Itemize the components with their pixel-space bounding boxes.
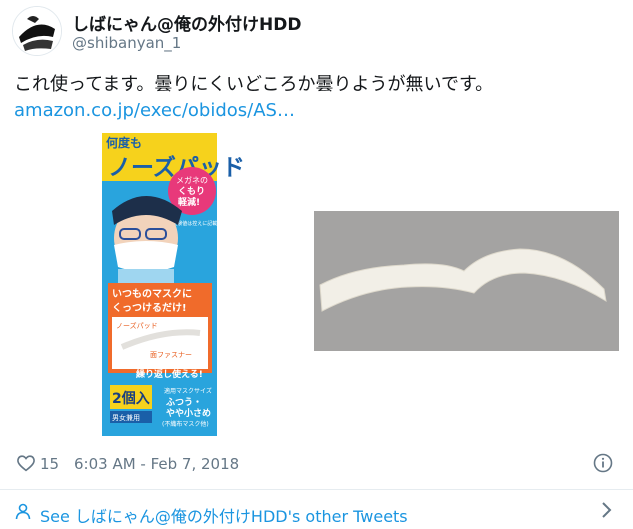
- tweet-footer: 15 6:03 AM - Feb 7, 2018: [14, 451, 619, 477]
- user-handle[interactable]: @shibanyan_1: [72, 34, 181, 52]
- package-copy-line2: くっつけるだけ!: [112, 302, 187, 314]
- media-image-package[interactable]: 何度も ノーズパッド メガネの くもり 軽減! ※実験値は控えに記載 いつものマ…: [14, 133, 312, 436]
- tweet-timestamp[interactable]: 6:03 AM - Feb 7, 2018: [74, 455, 239, 473]
- avatar[interactable]: [12, 6, 62, 56]
- package-label-pad: ノーズパッド: [116, 321, 158, 330]
- badge-line3: 軽減!: [178, 196, 200, 208]
- package-size-2: やや小さめ: [166, 407, 211, 419]
- package-size-note: (不織布マスク他): [162, 420, 209, 428]
- see-other-tweets-label[interactable]: See しばにゃん@俺の外付けHDD's other Tweets: [40, 503, 408, 527]
- like-count[interactable]: 15: [40, 455, 59, 473]
- pad-photo: [314, 211, 619, 351]
- info-icon[interactable]: [593, 453, 613, 477]
- display-name[interactable]: しばにゃん@俺の外付けHDD: [72, 10, 301, 35]
- media-image-pad[interactable]: [314, 133, 619, 436]
- package-label-fastener: 面ファスナー: [150, 351, 192, 359]
- package-prefix: 何度も: [106, 135, 142, 150]
- badge-line2: くもり: [178, 186, 205, 197]
- package-reuse: 繰り返し使える!: [136, 368, 203, 380]
- package-copy-line1: いつものマスクに: [112, 288, 192, 300]
- chevron-right-icon[interactable]: [601, 501, 613, 523]
- package-size-label: 適用マスクサイズ: [164, 387, 212, 395]
- package-unisex: 男女兼用: [112, 413, 140, 422]
- person-icon: [14, 502, 32, 524]
- see-other-tweets-link[interactable]: See しばにゃん@俺の外付けHDD's other Tweets: [0, 490, 633, 529]
- tweet-text: これ使ってます。曇りにくいどころか曇りようが無いです。: [14, 74, 494, 95]
- package-size-1: ふつう・: [166, 397, 202, 408]
- package-count: 2個入: [112, 390, 150, 407]
- tweet-link[interactable]: amazon.co.jp/exec/obidos/AS…: [14, 100, 295, 121]
- package-illustration: 何度も ノーズパッド メガネの くもり 軽減! ※実験値は控えに記載 いつものマ…: [102, 133, 245, 436]
- avatar-image: [13, 7, 61, 55]
- heart-icon[interactable]: [16, 454, 36, 476]
- badge-line1: メガネの: [176, 175, 208, 185]
